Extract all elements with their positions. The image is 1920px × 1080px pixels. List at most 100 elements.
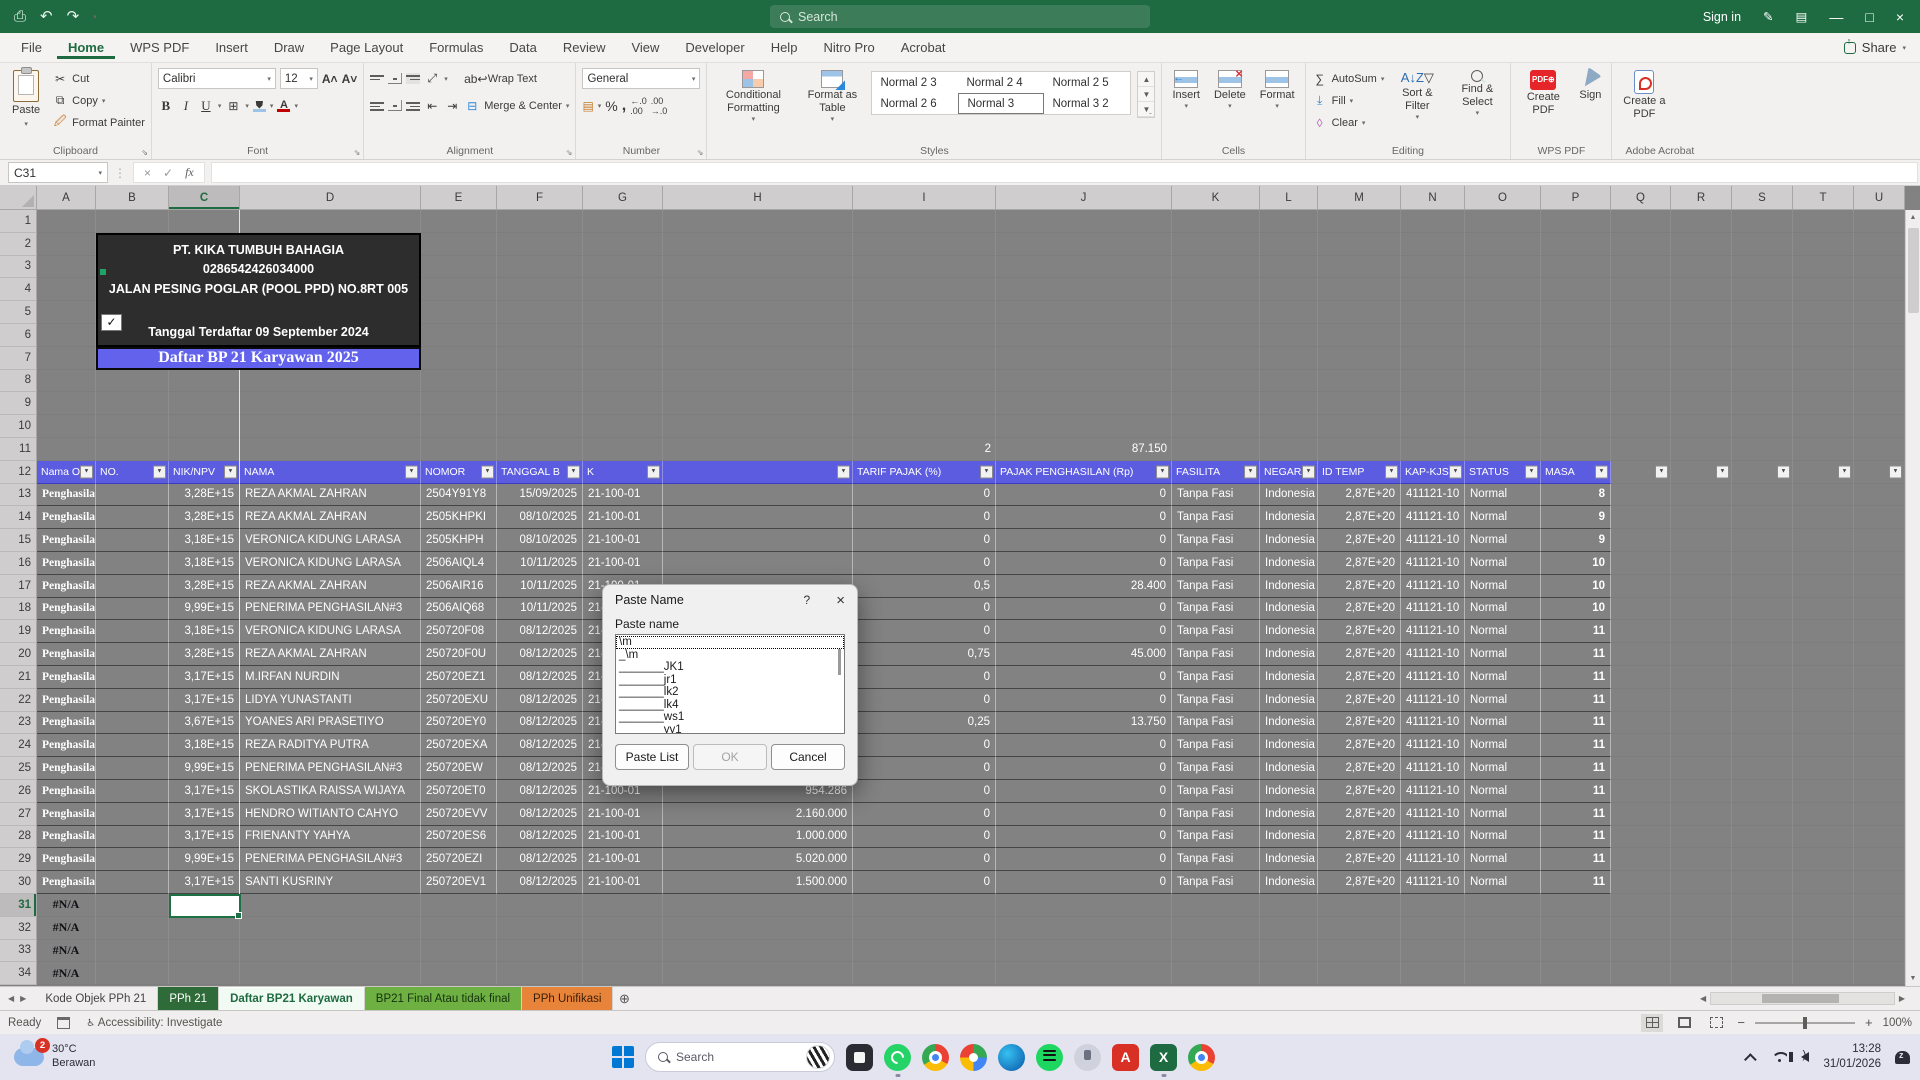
- cell-L3[interactable]: [1260, 256, 1318, 279]
- cell-R4[interactable]: [1671, 278, 1732, 301]
- percent-style-icon[interactable]: %: [605, 98, 617, 114]
- paste-caret-icon[interactable]: ▾: [24, 120, 28, 128]
- cell-P6[interactable]: [1541, 324, 1611, 347]
- cell-S18[interactable]: [1732, 598, 1793, 621]
- cell-I13[interactable]: 0: [853, 484, 996, 507]
- sheet-banner[interactable]: Daftar BP 21 Karyawan 2025: [96, 347, 421, 370]
- cell-U29[interactable]: [1854, 848, 1905, 871]
- cell-B31[interactable]: [96, 894, 169, 917]
- cell-S19[interactable]: [1732, 620, 1793, 643]
- cell-H7[interactable]: [663, 347, 853, 370]
- menu-tab-insert[interactable]: Insert: [204, 36, 259, 59]
- cell-S27[interactable]: [1732, 803, 1793, 826]
- cell-T34[interactable]: [1793, 962, 1854, 985]
- decrease-font-icon[interactable]: A˅: [342, 72, 358, 86]
- cell-C15[interactable]: 3,18E+15: [169, 529, 240, 552]
- cell-Q33[interactable]: [1611, 940, 1671, 963]
- cell-N7[interactable]: [1401, 347, 1465, 370]
- cell-L34[interactable]: [1260, 962, 1318, 985]
- customize-qat-icon[interactable]: ▾: [93, 13, 97, 21]
- cell-D14[interactable]: REZA AKMAL ZAHRAN: [240, 506, 421, 529]
- cell-U1[interactable]: [1854, 210, 1905, 233]
- cell-S12[interactable]: ▼: [1732, 461, 1793, 484]
- start-button[interactable]: [612, 1046, 634, 1068]
- cell-B12[interactable]: NO.▼: [96, 461, 169, 484]
- style-gallery-down-icon[interactable]: ▼: [1138, 87, 1154, 102]
- cell-O10[interactable]: [1465, 415, 1541, 438]
- cell-O2[interactable]: [1465, 233, 1541, 256]
- cell-M2[interactable]: [1318, 233, 1401, 256]
- cell-R9[interactable]: [1671, 392, 1732, 415]
- menu-tab-home[interactable]: Home: [57, 36, 115, 59]
- column-header-F[interactable]: F: [497, 186, 583, 210]
- cell-L4[interactable]: [1260, 278, 1318, 301]
- cell-S16[interactable]: [1732, 552, 1793, 575]
- cell-C33[interactable]: [169, 940, 240, 963]
- style-item-normal-3[interactable]: Normal 3: [958, 93, 1044, 114]
- cell-S17[interactable]: [1732, 575, 1793, 598]
- row-header-3[interactable]: 3: [0, 256, 37, 279]
- cell-T22[interactable]: [1793, 689, 1854, 712]
- cell-T16[interactable]: [1793, 552, 1854, 575]
- cell-E7[interactable]: [421, 347, 497, 370]
- cell-E28[interactable]: 250720ES6: [421, 826, 497, 849]
- filter-dropdown-icon-R[interactable]: ▼: [1716, 465, 1729, 478]
- cell-E12[interactable]: NOMOR▼: [421, 461, 497, 484]
- cell-T18[interactable]: [1793, 598, 1854, 621]
- paste-name-item[interactable]: _______ws1: [616, 711, 844, 724]
- cell-A28[interactable]: Penghasilan yang diter: [37, 826, 96, 849]
- cell-C12[interactable]: NIK/NPV▼: [169, 461, 240, 484]
- filter-dropdown-icon-G[interactable]: ▼: [647, 465, 660, 478]
- cell-R19[interactable]: [1671, 620, 1732, 643]
- row-header-27[interactable]: 27: [0, 803, 37, 826]
- page-layout-view-icon[interactable]: [1673, 1014, 1695, 1032]
- cell-R34[interactable]: [1671, 962, 1732, 985]
- cell-K26[interactable]: Tanpa Fasi: [1172, 780, 1260, 803]
- cell-R3[interactable]: [1671, 256, 1732, 279]
- cell-U15[interactable]: [1854, 529, 1905, 552]
- sheet-tab-kode-objek-pph-21[interactable]: Kode Objek PPh 21: [34, 987, 158, 1010]
- cell-B25[interactable]: [96, 757, 169, 780]
- cell-P7[interactable]: [1541, 347, 1611, 370]
- cell-E22[interactable]: 250720EXU: [421, 689, 497, 712]
- cell-P8[interactable]: [1541, 370, 1611, 393]
- filter-dropdown-icon-N[interactable]: ▼: [1449, 465, 1462, 478]
- cell-S8[interactable]: [1732, 370, 1793, 393]
- cell-I29[interactable]: 0: [853, 848, 996, 871]
- cell-U30[interactable]: [1854, 871, 1905, 894]
- cell-L12[interactable]: NEGARA▼: [1260, 461, 1318, 484]
- cell-L9[interactable]: [1260, 392, 1318, 415]
- row-header-10[interactable]: 10: [0, 415, 37, 438]
- cell-E15[interactable]: 2505KHPH: [421, 529, 497, 552]
- cell-L11[interactable]: [1260, 438, 1318, 461]
- cell-O12[interactable]: STATUS▼: [1465, 461, 1541, 484]
- cell-T12[interactable]: ▼: [1793, 461, 1854, 484]
- cell-U21[interactable]: [1854, 666, 1905, 689]
- cell-R32[interactable]: [1671, 917, 1732, 940]
- cell-L20[interactable]: Indonesia: [1260, 643, 1318, 666]
- cell-Q29[interactable]: [1611, 848, 1671, 871]
- row-header-21[interactable]: 21: [0, 666, 37, 689]
- cell-U16[interactable]: [1854, 552, 1905, 575]
- increase-decimal-icon[interactable]: ←.0.00: [630, 96, 647, 116]
- column-header-H[interactable]: H: [663, 186, 853, 210]
- cell-N17[interactable]: 411121-10: [1401, 575, 1465, 598]
- cell-U22[interactable]: [1854, 689, 1905, 712]
- cell-R21[interactable]: [1671, 666, 1732, 689]
- cell-N3[interactable]: [1401, 256, 1465, 279]
- column-header-T[interactable]: T: [1793, 186, 1854, 210]
- cell-S11[interactable]: [1732, 438, 1793, 461]
- cell-A26[interactable]: Penghasilan yang diter: [37, 780, 96, 803]
- ok-button[interactable]: OK: [693, 744, 767, 770]
- cell-M30[interactable]: 2,87E+20: [1318, 871, 1401, 894]
- cell-A6[interactable]: [37, 324, 96, 347]
- cell-H31[interactable]: [663, 894, 853, 917]
- cell-U17[interactable]: [1854, 575, 1905, 598]
- cell-R7[interactable]: [1671, 347, 1732, 370]
- save-icon[interactable]: ⎙: [14, 9, 26, 24]
- cell-K11[interactable]: [1172, 438, 1260, 461]
- row-header-32[interactable]: 32: [0, 917, 37, 940]
- cell-I15[interactable]: 0: [853, 529, 996, 552]
- cell-T21[interactable]: [1793, 666, 1854, 689]
- row-header-24[interactable]: 24: [0, 734, 37, 757]
